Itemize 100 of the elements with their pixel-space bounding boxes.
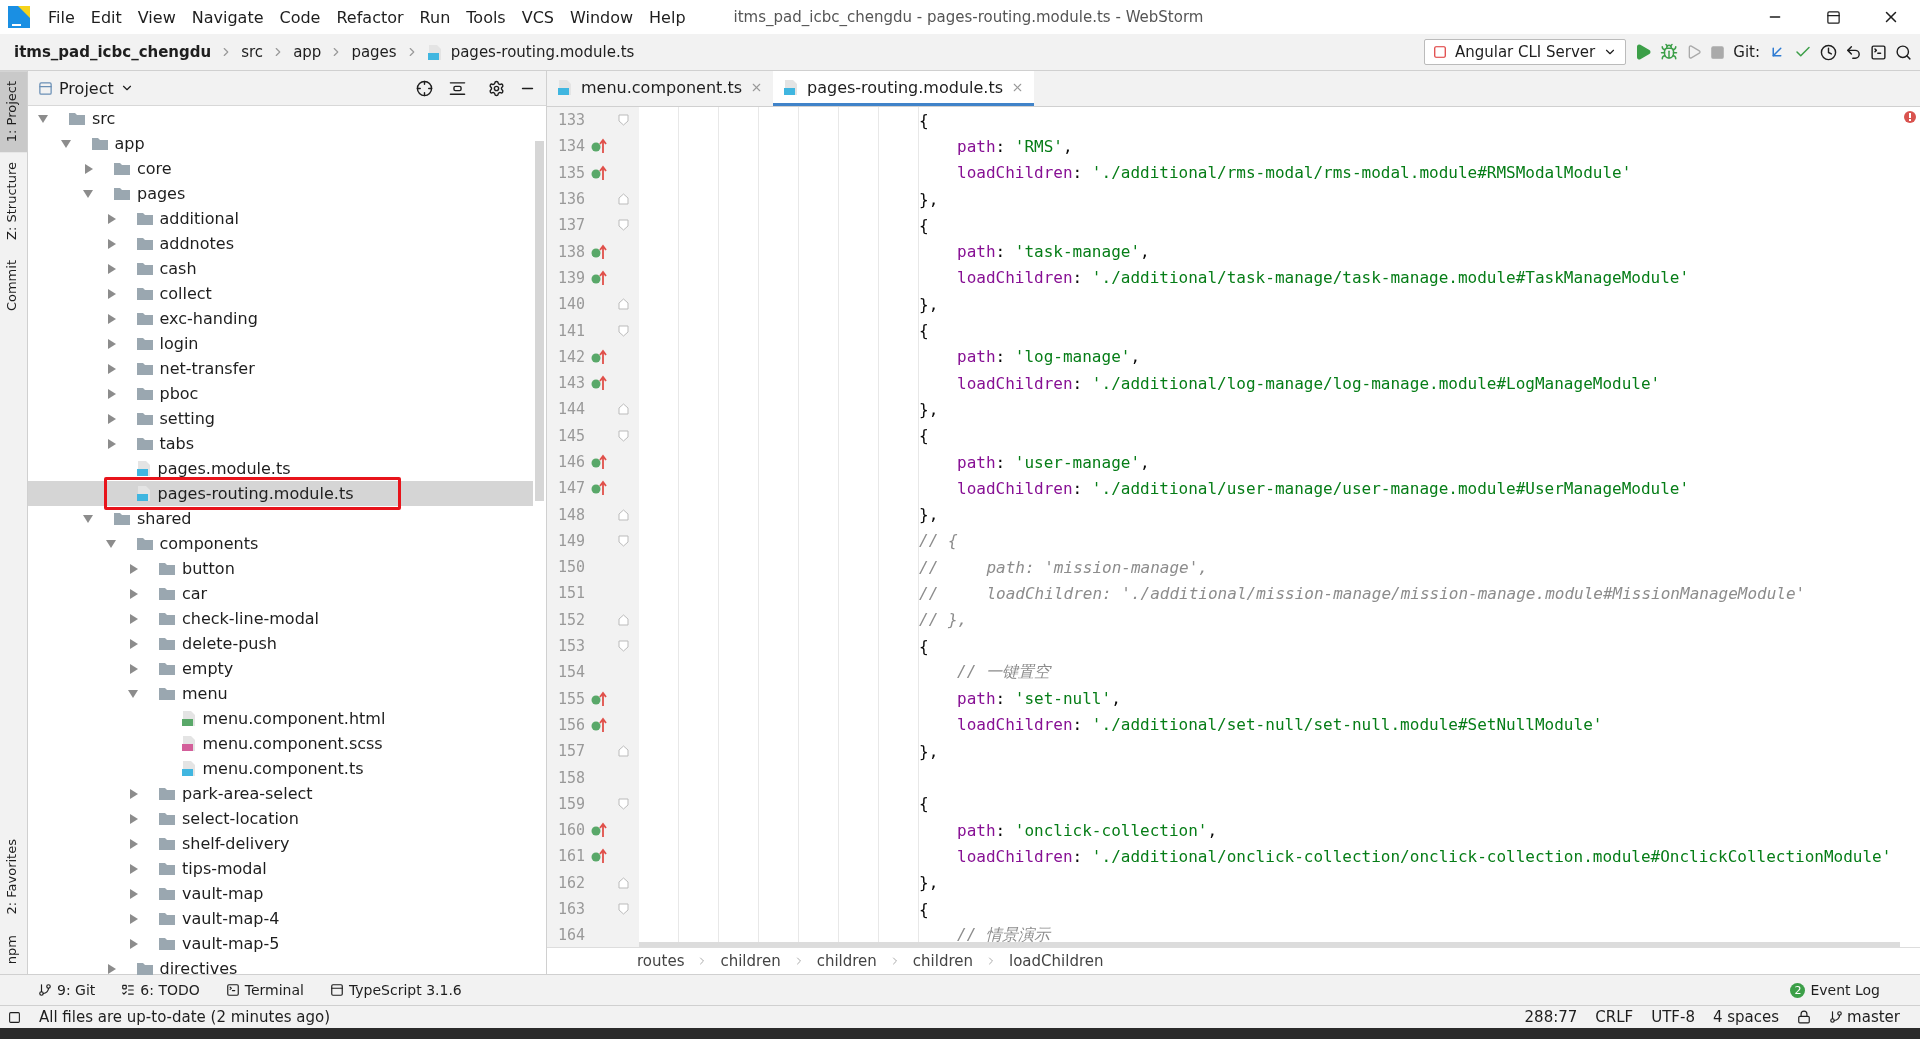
tree-row[interactable]: vault-map [28,881,533,906]
event-log-button[interactable]: 2 Event Log [1790,982,1880,998]
breadcrumb-item[interactable]: children [720,952,781,970]
menu-item[interactable]: Code [271,7,329,27]
collapsed-arrow-icon[interactable] [107,963,116,974]
coverage-icon[interactable] [1686,44,1703,60]
breadcrumb-item[interactable]: children [816,952,877,970]
tree-row[interactable]: car [28,581,533,606]
breadcrumb-item[interactable]: loadChildren [1009,952,1104,970]
tree-row[interactable]: shared [28,506,533,531]
fold-close-icon[interactable] [617,298,629,311]
menu-item[interactable]: Run [411,7,459,27]
breadcrumb-item[interactable]: routes [637,952,685,970]
tree-row[interactable]: pages-routing.module.ts [28,481,533,506]
tree-row[interactable]: src [28,106,533,131]
menu-item[interactable]: View [129,7,184,27]
editor-tab[interactable]: pages-routing.module.ts [773,71,1034,106]
tree-row[interactable]: components [28,531,533,556]
branch-widget[interactable]: master [1829,1008,1900,1026]
fold-open-icon[interactable] [617,219,629,232]
history-icon[interactable] [1820,43,1837,61]
tree-row[interactable]: additional [28,206,533,231]
collapsed-arrow-icon[interactable] [107,313,116,324]
collapsed-arrow-icon[interactable] [130,863,138,874]
fold-open-icon[interactable] [617,903,629,916]
fold-close-icon[interactable] [617,745,629,758]
tree-row[interactable]: check-line-modal [28,606,533,631]
tree-row[interactable]: park-area-select [28,781,533,806]
panel-title[interactable]: Project [59,78,114,98]
collapsed-arrow-icon[interactable] [85,163,93,174]
collapsed-arrow-icon[interactable] [130,613,138,624]
fold-close-icon[interactable] [617,876,629,889]
tree-row[interactable]: menu.component.scss [28,731,533,756]
collapsed-arrow-icon[interactable] [107,438,116,449]
expanded-arrow-icon[interactable] [83,189,93,198]
menu-item[interactable]: Edit [82,7,130,27]
run-icon[interactable] [1634,43,1653,61]
collapsed-arrow-icon[interactable] [107,238,116,249]
collapsed-arrow-icon[interactable] [130,938,138,949]
tree-row[interactable]: core [28,156,533,181]
menu-item[interactable]: Window [562,7,642,27]
tool-window-tab[interactable]: 1: Project [0,71,27,153]
menu-item[interactable]: Help [641,7,694,27]
tree-row[interactable]: empty [28,656,533,681]
locate-icon[interactable] [416,79,433,97]
status-item[interactable]: 4 spaces [1712,1008,1780,1026]
debug-icon[interactable] [1660,43,1679,61]
expanded-arrow-icon[interactable] [38,114,48,123]
menu-item[interactable]: File [40,7,83,27]
tool-window-tab[interactable]: 2: Favorites [0,829,27,925]
fold-open-icon[interactable] [617,324,629,337]
fold-close-icon[interactable] [617,508,629,521]
tree-row[interactable]: directives [28,956,533,981]
fold-open-icon[interactable] [617,114,629,127]
status-item[interactable]: UTF-8 [1651,1008,1695,1026]
breadcrumb-item[interactable]: pages [351,43,397,61]
collapsed-arrow-icon[interactable] [130,838,138,849]
expanded-arrow-icon[interactable] [83,514,93,523]
breadcrumb-item[interactable]: pages-routing.module.ts [450,43,635,61]
collapsed-arrow-icon[interactable] [107,288,116,299]
menu-item[interactable]: Refactor [328,7,412,27]
expanded-arrow-icon[interactable] [105,539,116,548]
settings-icon[interactable] [488,79,505,97]
run-config-dropdown[interactable]: Angular CLI Server [1423,39,1627,65]
collapsed-arrow-icon[interactable] [130,788,138,799]
scrollbar-thumb[interactable] [535,141,544,501]
tree-row[interactable]: app [28,131,533,156]
fold-open-icon[interactable] [617,534,629,547]
fold-open-icon[interactable] [617,797,629,810]
collapsed-arrow-icon[interactable] [130,913,138,924]
lock-icon[interactable] [1797,1010,1812,1024]
menu-item[interactable]: Navigate [183,7,272,27]
tree-row[interactable]: tips-modal [28,856,533,881]
tree-row[interactable]: select-location [28,806,533,831]
fold-close-icon[interactable] [617,613,629,626]
tree-row[interactable]: menu.component.html [28,706,533,731]
collapsed-arrow-icon[interactable] [130,588,138,599]
tree-row[interactable]: button [28,556,533,581]
search-icon[interactable] [1895,43,1912,61]
tree-row[interactable]: setting [28,406,533,431]
tree-row[interactable]: menu [28,681,533,706]
collapsed-arrow-icon[interactable] [130,638,138,649]
collapsed-arrow-icon[interactable] [130,813,138,824]
revert-icon[interactable] [1845,43,1862,61]
tree-row[interactable]: addnotes [28,231,533,256]
fold-open-icon[interactable] [617,429,629,442]
tree-row[interactable]: vault-map-4 [28,906,533,931]
tree-row[interactable]: pages.module.ts [28,456,533,481]
breadcrumb-item[interactable]: app [293,43,322,61]
tool-window-tab[interactable]: npm [0,924,27,974]
menu-item[interactable]: VCS [513,7,562,27]
tree-row[interactable]: cash [28,256,533,281]
tool-window-button[interactable]: 6: TODO [121,982,200,998]
collapsed-arrow-icon[interactable] [107,338,116,349]
fold-open-icon[interactable] [617,640,629,653]
tool-window-tab[interactable]: Z: Structure [0,152,27,251]
tool-window-button[interactable]: 9: Git [38,982,96,998]
menu-item[interactable]: Tools [458,7,514,27]
tree-row[interactable]: shelf-delivery [28,831,533,856]
stop-icon[interactable] [1710,44,1726,60]
